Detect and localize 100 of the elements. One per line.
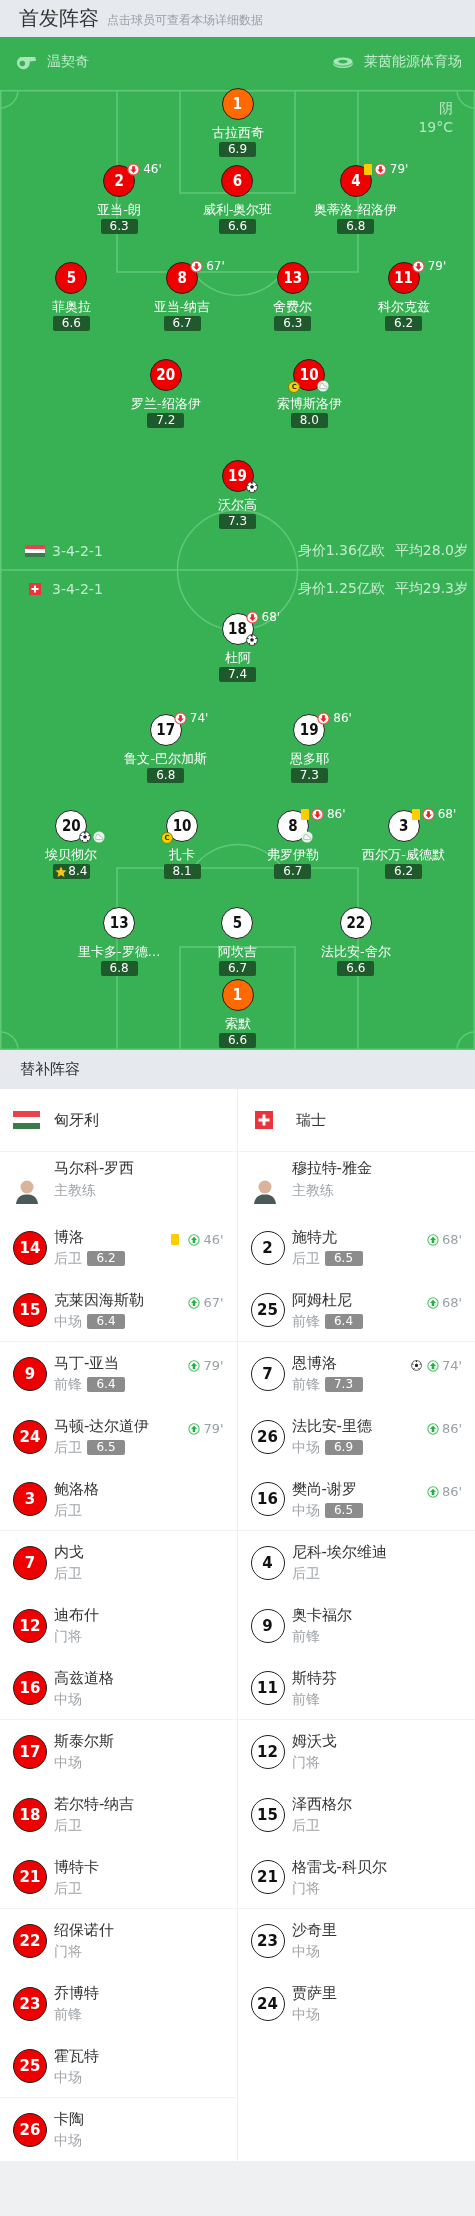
- booking-card-icon: [171, 1234, 180, 1245]
- player-name: 格雷戈-科贝尔: [291, 1856, 387, 1877]
- substitute-row[interactable]: 9 奥卡福尔 前锋: [237, 1594, 475, 1657]
- substitute-row[interactable]: 7 恩博洛 前锋 7.3 74': [237, 1342, 475, 1405]
- substituted-out-icon: [173, 712, 187, 725]
- rating-badge: 6.3: [274, 316, 312, 331]
- player-number[interactable]: 2: [103, 165, 136, 197]
- player-position: 后卫: [54, 1438, 82, 1457]
- player-name: 科尔克兹: [377, 298, 430, 315]
- substituted-in-icon: [426, 1233, 439, 1246]
- player-position: 中场: [291, 1942, 320, 1961]
- player-name: 杜阿: [224, 649, 251, 666]
- substituted-out-icon: [310, 808, 324, 821]
- boot-icon: [300, 831, 313, 843]
- substitution-minute: 86': [441, 1421, 462, 1436]
- player-name: 菲奥拉: [51, 298, 91, 315]
- boot-icon: [317, 380, 330, 392]
- player-name: 贾萨里: [291, 1983, 337, 2003]
- rating-badge: 7.3: [324, 1377, 363, 1392]
- player-name: 若尔特-纳吉: [54, 1794, 135, 1814]
- player-number[interactable]: 4: [339, 165, 372, 197]
- player-number[interactable]: 17: [149, 714, 182, 746]
- player-position: 中场: [291, 1500, 320, 1520]
- player-number: 7: [13, 1545, 47, 1580]
- player-number[interactable]: 20: [149, 359, 182, 391]
- player-position: 前锋: [291, 1689, 320, 1709]
- squad-value: 身价1.36亿欧: [297, 542, 385, 560]
- player-name: 克莱因海斯勒: [54, 1289, 144, 1310]
- player-name: 罗兰-绍洛伊: [130, 395, 201, 412]
- player-position: 中场: [54, 2131, 82, 2150]
- football-icon: [245, 634, 258, 646]
- football-icon: [245, 481, 258, 493]
- player-name: 索默: [224, 1015, 251, 1032]
- player-name: 舍费尔: [273, 298, 313, 315]
- player-name: 法比安-舍尔: [320, 943, 391, 960]
- substitution-minute: 86': [326, 808, 346, 821]
- player-number[interactable]: 3: [387, 810, 420, 842]
- player-name: 博洛: [54, 1227, 85, 1247]
- substitution-minute: 86': [441, 1484, 462, 1499]
- section-title: 首发阵容: [19, 5, 99, 32]
- player-number[interactable]: 5: [55, 262, 88, 294]
- rating-badge: 6.2: [385, 316, 423, 331]
- substitute-row[interactable]: 9 马丁-亚当 前锋 6.4 79': [0, 1342, 237, 1405]
- substitute-row[interactable]: 7 内戈 后卫: [0, 1531, 237, 1594]
- player-name: 亚当-朗: [97, 201, 141, 218]
- player-number[interactable]: 22: [339, 907, 372, 939]
- player-number[interactable]: 11: [387, 262, 420, 294]
- player-name: 弗罗伊勒: [266, 846, 319, 863]
- player-name: 卡陶: [54, 2109, 84, 2129]
- player-name: 里卡多-罗德…: [77, 943, 161, 960]
- player-number[interactable]: 8: [166, 262, 199, 294]
- rating-badge: 7.3: [290, 768, 328, 783]
- substitute-row[interactable]: 4 尼科-埃尔维迪 后卫: [237, 1531, 475, 1594]
- player-number[interactable]: 19: [293, 714, 326, 746]
- player-position: 前锋: [54, 2005, 82, 2024]
- rating-badge: 6.3: [100, 219, 138, 234]
- substituted-out-icon: [411, 260, 425, 273]
- football-icon: [410, 1360, 422, 1371]
- rating-badge: 6.7: [163, 316, 201, 331]
- player-number[interactable]: 19: [221, 460, 254, 492]
- player-name: 尼科-埃尔维迪: [291, 1542, 387, 1562]
- player-number[interactable]: 5: [221, 907, 254, 939]
- rating-badge: 6.4: [324, 1313, 363, 1329]
- rating-badge: 6.8: [100, 961, 138, 976]
- coach-role: 主教练: [291, 1181, 335, 1200]
- rating-badge: 7.2: [147, 413, 185, 428]
- player-name: 西尔万-威德默: [362, 846, 445, 863]
- player-name: 阿坎吉: [218, 943, 257, 960]
- substituted-in-icon: [188, 1233, 201, 1246]
- player-number: 21: [250, 1860, 285, 1894]
- player-position: 门将: [54, 1627, 82, 1646]
- player-number[interactable]: 13: [103, 907, 136, 939]
- player-number: 12: [250, 1734, 285, 1769]
- player-name: 迪布什: [54, 1605, 99, 1625]
- booking-card-icon: [363, 164, 372, 175]
- player-position: 中场: [54, 1689, 82, 1709]
- substituted-in-icon: [426, 1359, 439, 1372]
- player-number: 24: [250, 1986, 285, 2021]
- player-number: 24: [13, 1419, 47, 1454]
- player-name: 恩博洛: [291, 1353, 338, 1373]
- player-number[interactable]: 13: [276, 262, 309, 294]
- hungary-flag-icon: [13, 1111, 40, 1129]
- substituted-in-icon: [188, 1359, 201, 1372]
- substitute-row[interactable]: 2 施特尤 后卫 6.5 68': [237, 1216, 475, 1279]
- rating-badge: 7.4: [219, 667, 256, 682]
- substituted-out-icon: [127, 163, 141, 176]
- player-number[interactable]: 20: [55, 810, 88, 842]
- player-position: 中场: [291, 2005, 320, 2024]
- rating-badge: 6.5: [324, 1251, 363, 1266]
- player-position: 后卫: [54, 1878, 82, 1898]
- player-name: 樊尚-谢罗: [291, 1478, 358, 1499]
- player-name: 威利-奥尔班: [202, 201, 273, 218]
- player-number: 11: [250, 1671, 285, 1705]
- substitution-minute: 68': [441, 1232, 462, 1247]
- substitute-row[interactable]: 3 鲍洛格 后卫: [0, 1468, 237, 1531]
- player-number[interactable]: 6: [221, 165, 254, 197]
- section-hint: 点击球员可查看本场详细数据: [107, 11, 263, 29]
- rating-value: 8.4: [68, 864, 88, 879]
- substitution-minute: 46': [143, 163, 162, 176]
- substitution-minute: 46': [203, 1232, 224, 1247]
